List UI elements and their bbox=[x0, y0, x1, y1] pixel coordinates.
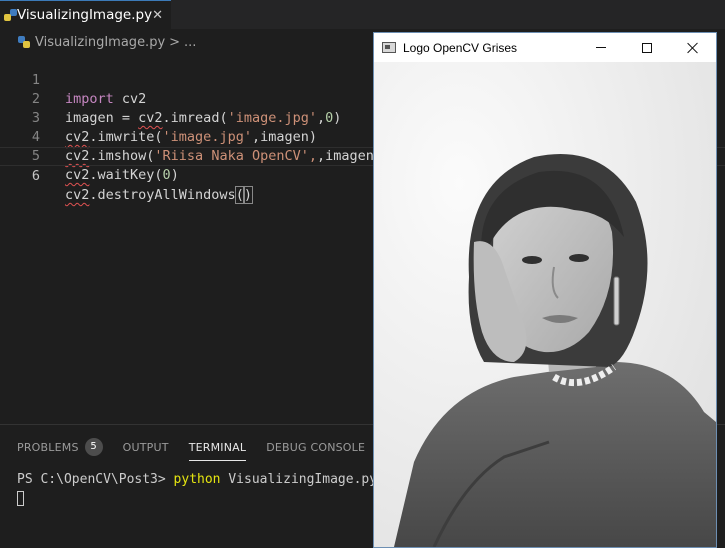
maximize-button[interactable] bbox=[624, 33, 670, 62]
tab-label: OUTPUT bbox=[122, 440, 169, 454]
grayscale-portrait-image bbox=[374, 62, 716, 547]
code-token: .waitKey( bbox=[89, 167, 163, 183]
code-text: cv2.waitKey(0) bbox=[65, 166, 179, 185]
terminal-cursor bbox=[17, 491, 24, 506]
tab-label: DEBUG CONSOLE bbox=[266, 440, 366, 454]
code-token: 0 bbox=[162, 167, 171, 183]
breadcrumb-file[interactable]: VisualizingImage.py bbox=[35, 35, 165, 50]
code-token: ( bbox=[234, 186, 245, 204]
editor-tab-strip: VisualizingImage.py ✕ bbox=[0, 0, 725, 29]
window-app-icon bbox=[382, 42, 396, 53]
code-token: cv2 bbox=[65, 167, 90, 183]
code-text: cv2.destroyAllWindows() bbox=[65, 186, 254, 205]
tab-terminal[interactable]: TERMINAL bbox=[188, 435, 247, 461]
close-window-button[interactable] bbox=[670, 33, 716, 62]
problems-count-badge: 5 bbox=[84, 438, 103, 456]
code-token: cv2 bbox=[65, 187, 90, 203]
line-number: 6 bbox=[31, 168, 40, 184]
minimize-button[interactable] bbox=[578, 33, 624, 62]
terminal-prompt: PS C:\OpenCV\Post3> bbox=[17, 472, 174, 487]
code-token: ) bbox=[242, 186, 254, 204]
maximize-icon bbox=[642, 42, 652, 53]
code-token: .destroyAllWindows bbox=[89, 187, 236, 203]
tab-label: PROBLEMS bbox=[17, 440, 79, 454]
editor-tab-visualizing-image[interactable]: VisualizingImage.py ✕ bbox=[0, 0, 171, 29]
close-icon bbox=[687, 42, 699, 54]
breadcrumb-ellipsis[interactable]: ... bbox=[184, 35, 196, 50]
python-file-icon bbox=[4, 9, 17, 21]
tab-problems[interactable]: PROBLEMS 5 bbox=[17, 435, 103, 459]
tab-label: TERMINAL bbox=[188, 440, 247, 454]
terminal-args: VisualizingImage.py bbox=[220, 472, 378, 487]
code-token: ) bbox=[170, 167, 179, 183]
tab-output[interactable]: OUTPUT bbox=[123, 435, 169, 459]
panel-tab-bar: PROBLEMS 5 OUTPUT TERMINAL DEBUG CONSOLE bbox=[17, 435, 385, 461]
minimize-icon bbox=[596, 47, 606, 48]
chevron-right-icon: > bbox=[169, 34, 181, 50]
close-tab-icon[interactable]: ✕ bbox=[152, 8, 163, 23]
terminal-output[interactable]: PS C:\OpenCV\Post3> python VisualizingIm… bbox=[17, 472, 377, 487]
image-window[interactable]: Logo OpenCV Grises bbox=[373, 32, 717, 548]
breadcrumb: VisualizingImage.py > ... bbox=[18, 33, 196, 51]
python-file-icon bbox=[18, 36, 30, 48]
editor-tab-label: VisualizingImage.py bbox=[16, 7, 153, 23]
terminal-command: python bbox=[173, 472, 221, 487]
window-title: Logo OpenCV Grises bbox=[403, 40, 518, 55]
window-titlebar[interactable]: Logo OpenCV Grises bbox=[374, 33, 716, 62]
tab-debug-console[interactable]: DEBUG CONSOLE bbox=[266, 435, 365, 459]
